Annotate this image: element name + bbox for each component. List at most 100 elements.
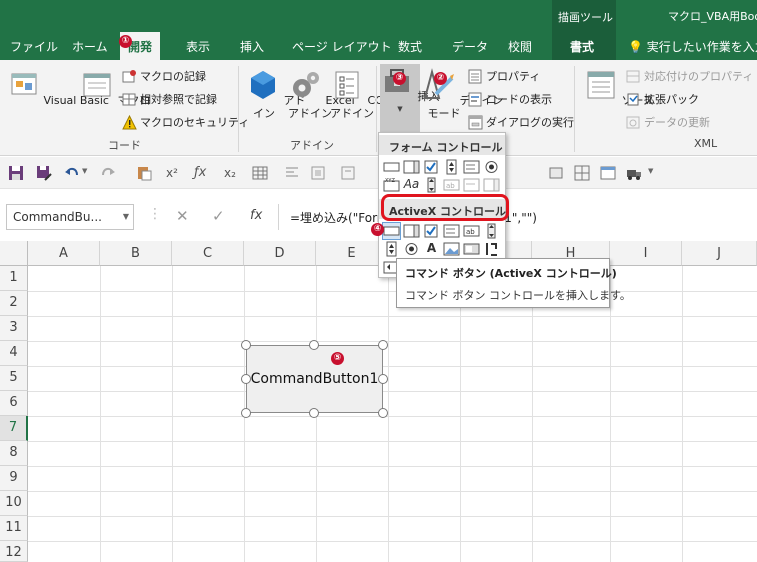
chevron-down-icon[interactable]: ▼: [123, 212, 129, 221]
text-box-icon[interactable]: [340, 165, 356, 181]
relative-reference-button[interactable]: 相対参照で記録: [122, 91, 217, 107]
save-as-icon[interactable]: [36, 165, 52, 181]
excel-addin-button[interactable]: Excel アドイン: [288, 68, 355, 120]
activex-toggle-button-icon[interactable]: [463, 241, 480, 257]
insert-function-button[interactable]: fx: [250, 208, 262, 223]
save-icon[interactable]: [8, 165, 24, 181]
run-dialog-button[interactable]: ダイアログの実行: [468, 114, 574, 130]
row-header[interactable]: 11: [0, 516, 28, 541]
chevron-down-icon[interactable]: ▼: [648, 167, 653, 175]
com-addin-button[interactable]: COM アドイン: [330, 68, 393, 120]
enter-icon[interactable]: ✓: [212, 207, 225, 225]
activex-list-box-icon[interactable]: [443, 223, 460, 239]
resize-handle[interactable]: [241, 374, 251, 384]
resize-handle[interactable]: [378, 374, 388, 384]
command-button-icon[interactable]: [382, 222, 401, 240]
tell-me-box[interactable]: 💡 実行したい作業を入力: [628, 38, 757, 55]
map-properties-button[interactable]: 対応付けのプロパティ: [626, 68, 753, 84]
row-header[interactable]: 9: [0, 466, 28, 491]
list-box-icon[interactable]: [463, 159, 480, 175]
xml-source-button[interactable]: ソース: [584, 68, 654, 107]
function-icon[interactable]: ƒx: [194, 165, 206, 180]
tab-insert[interactable]: 挿入: [240, 38, 264, 55]
visual-basic-button[interactable]: Visual Basic: [6, 68, 109, 107]
tab-format[interactable]: 書式: [552, 30, 616, 60]
row-header[interactable]: 2: [0, 291, 28, 316]
macro-security-button[interactable]: マクロのセキュリティ: [122, 114, 249, 130]
command-button[interactable]: CommandButton1: [246, 345, 383, 413]
window-icon[interactable]: [600, 165, 616, 181]
row-header[interactable]: 3: [0, 316, 28, 341]
name-box[interactable]: CommandBu... ▼: [6, 204, 134, 230]
table-icon[interactable]: [252, 165, 268, 181]
redo-icon[interactable]: [100, 165, 116, 181]
combo-list-edit-icon[interactable]: [463, 177, 480, 193]
align-icon[interactable]: [284, 165, 300, 181]
expansion-pack-button[interactable]: 拡張パック: [626, 91, 699, 107]
tab-home[interactable]: ホーム: [72, 38, 108, 55]
column-header[interactable]: D: [244, 241, 316, 266]
combo-dropdown-edit-icon[interactable]: [483, 177, 500, 193]
more-controls-icon[interactable]: [483, 241, 500, 257]
scroll-bar-icon[interactable]: [423, 177, 440, 193]
combo-box-icon[interactable]: [403, 159, 420, 175]
view-code-button[interactable]: コードの表示: [468, 91, 552, 107]
record-macro-button[interactable]: マクロの記録: [122, 68, 206, 84]
tab-review[interactable]: 校閲: [508, 38, 532, 55]
paste-icon[interactable]: [136, 165, 152, 181]
select-all-corner[interactable]: [0, 241, 28, 266]
activex-scroll-bar-icon[interactable]: [483, 223, 500, 239]
resize-handle[interactable]: [309, 408, 319, 418]
row-header[interactable]: 5: [0, 366, 28, 391]
option-button-icon[interactable]: [483, 159, 500, 175]
resize-handle[interactable]: [378, 408, 388, 418]
tab-view[interactable]: 表示: [186, 38, 210, 55]
column-header[interactable]: I: [610, 241, 682, 266]
row-header[interactable]: 10: [0, 491, 28, 516]
resize-handle[interactable]: [241, 340, 251, 350]
tab-formulas[interactable]: 数式: [398, 38, 422, 55]
format-icon[interactable]: [310, 165, 326, 181]
checkbox-icon[interactable]: [423, 159, 440, 175]
addin-button[interactable]: アド イン: [246, 68, 306, 120]
label-icon[interactable]: Aa: [403, 177, 420, 193]
group-box-icon[interactable]: XYZ: [383, 177, 400, 193]
text-field-icon[interactable]: ab: [443, 177, 460, 193]
chevron-down-icon[interactable]: ▼: [82, 167, 87, 175]
refresh-data-button[interactable]: データの更新: [626, 114, 710, 130]
spin-button-icon[interactable]: [443, 159, 460, 175]
properties-button[interactable]: プロパティ: [468, 68, 540, 84]
activex-checkbox-icon[interactable]: [423, 223, 440, 239]
superscript-icon[interactable]: x²: [166, 166, 178, 180]
tab-file[interactable]: ファイル: [10, 38, 58, 55]
shape-icon[interactable]: [548, 165, 564, 181]
column-header[interactable]: C: [172, 241, 244, 266]
row-header[interactable]: 8: [0, 441, 28, 466]
button-form-icon[interactable]: [383, 159, 400, 175]
undo-icon[interactable]: [64, 165, 80, 181]
resize-handle[interactable]: [378, 340, 388, 350]
row-header[interactable]: 4: [0, 341, 28, 366]
row-header[interactable]: 7: [0, 416, 28, 441]
tab-data[interactable]: データ: [452, 38, 488, 55]
subscript-icon[interactable]: x₂: [224, 166, 236, 180]
activex-spin-button-icon[interactable]: [383, 241, 400, 257]
column-header[interactable]: J: [682, 241, 757, 266]
grid-icon[interactable]: [574, 165, 590, 181]
cancel-icon[interactable]: ✕: [176, 207, 189, 225]
resize-handle[interactable]: [241, 408, 251, 418]
activex-text-box-icon[interactable]: ab: [463, 223, 480, 239]
activex-option-button-icon[interactable]: [403, 241, 420, 257]
row-header[interactable]: 6: [0, 391, 28, 416]
activex-image-icon[interactable]: [443, 241, 460, 257]
column-header[interactable]: A: [28, 241, 100, 266]
resize-handle[interactable]: [309, 340, 319, 350]
activex-combo-box-icon[interactable]: [403, 223, 420, 239]
truck-icon[interactable]: [626, 165, 642, 181]
macro-button[interactable]: マクロ: [80, 68, 151, 107]
column-header[interactable]: B: [100, 241, 172, 266]
tab-page-layout[interactable]: ページ レイアウト: [292, 38, 392, 55]
activex-label-icon[interactable]: A: [423, 241, 440, 257]
row-header[interactable]: 12: [0, 541, 28, 562]
row-header[interactable]: 1: [0, 266, 28, 291]
